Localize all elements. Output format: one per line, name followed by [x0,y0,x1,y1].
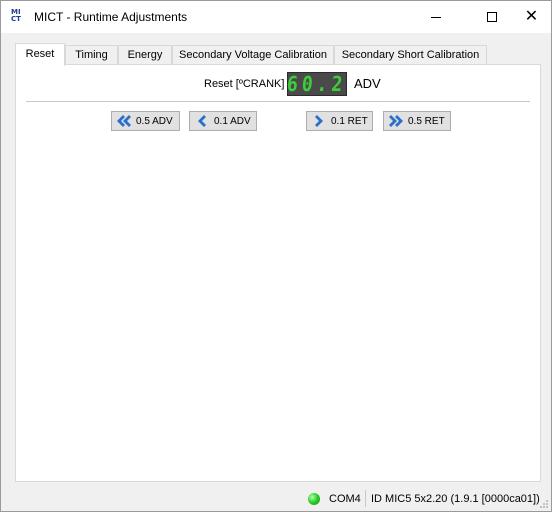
chevron-right-icon [311,114,327,128]
title-bar[interactable]: MI CT MICT - Runtime Adjustments ✕ [1,1,551,33]
reset-tab-panel: Reset [ºCRANK] 60.2 ADV 0.5 ADV 0.1 ADV … [15,64,541,482]
maximize-button[interactable] [469,1,515,33]
status-separator [365,490,366,507]
retard-0-5-label: 0.5 RET [408,115,445,127]
mict-logo-icon: MI CT [11,9,27,24]
close-button[interactable]: ✕ [512,1,551,33]
tab-secondary-short-calibration[interactable]: Secondary Short Calibration [334,45,487,65]
window-title: MICT - Runtime Adjustments [34,10,188,24]
runtime-adjustments-window: MI CT MICT - Runtime Adjustments ✕ Reset… [0,0,552,512]
double-chevron-left-icon [116,114,132,128]
minimize-icon [431,16,441,18]
status-bar: COM4 ID MIC5 5x2.20 (1.9.1 [0000ca01]) [1,485,551,511]
retard-0-1-label: 0.1 RET [331,115,368,127]
tab-timing[interactable]: Timing [65,45,118,65]
advance-0-5-label: 0.5 ADV [136,115,173,127]
close-icon: ✕ [524,8,539,25]
tab-strip: Reset Timing Energy Secondary Voltage Ca… [15,43,541,66]
tab-reset[interactable]: Reset [15,43,65,66]
tab-energy[interactable]: Energy [118,45,172,65]
double-chevron-right-icon [388,114,404,128]
reset-label: Reset [ºCRANK] [204,78,285,90]
advance-0-5-button[interactable]: 0.5 ADV [111,111,180,131]
retard-0-1-button[interactable]: 0.1 RET [306,111,373,131]
reset-value: 60.2 [286,71,348,97]
green-status-led [308,493,320,505]
tab-secondary-voltage-calibration[interactable]: Secondary Voltage Calibration [172,45,334,65]
logo-line-2: CT [11,15,21,23]
divider [26,101,530,102]
maximize-icon [487,12,497,22]
minimize-button[interactable] [413,1,459,33]
resize-grip-icon[interactable] [539,499,549,509]
com-port-label: COM4 [329,493,361,505]
retard-0-5-button[interactable]: 0.5 RET [383,111,451,131]
advance-0-1-button[interactable]: 0.1 ADV [189,111,257,131]
chevron-left-icon [194,114,210,128]
device-id-label: ID MIC5 5x2.20 (1.9.1 [0000ca01]) [371,493,540,505]
advance-0-1-label: 0.1 ADV [214,115,251,127]
reset-unit-label: ADV [354,76,381,91]
reset-value-display: 60.2 [286,71,348,97]
